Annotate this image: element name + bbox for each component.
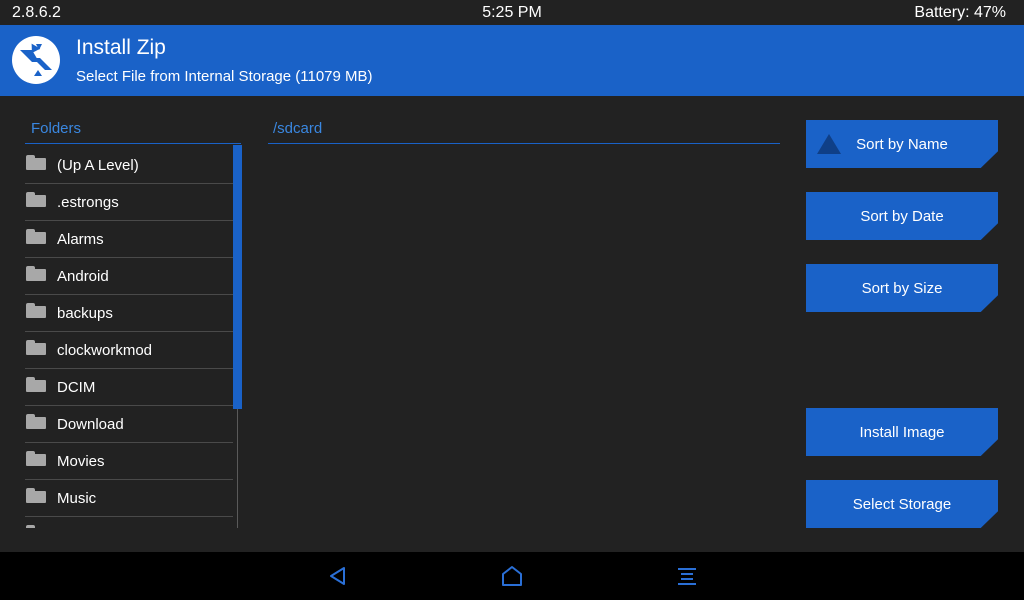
folder-item-clockworkmod[interactable]: clockworkmod: [25, 332, 233, 369]
folder-icon: [26, 451, 46, 466]
page-subtitle: Select File from Internal Storage (11079…: [76, 68, 373, 85]
sort-by-size-label: Sort by Size: [861, 279, 943, 297]
sort-by-name-button[interactable]: Sort by Name: [806, 120, 998, 168]
folder-icon: [26, 488, 46, 503]
header-bar: Install Zip Select File from Internal St…: [0, 25, 1024, 96]
status-bar: 2.8.6.2 5:25 PM Battery: 47%: [0, 0, 1024, 25]
folder-icon: [26, 377, 46, 392]
folder-icon: [26, 192, 46, 207]
folder-item-partial[interactable]: [25, 517, 233, 528]
clock-text: 5:25 PM: [482, 4, 542, 21]
folder-icon: [26, 525, 46, 528]
sort-by-date-label: Sort by Date: [860, 207, 944, 225]
folder-icon: [26, 340, 46, 355]
folder-name: Download: [57, 416, 124, 433]
page-title: Install Zip: [76, 36, 166, 59]
folder-item-music[interactable]: Music: [25, 480, 233, 517]
folder-item-backups[interactable]: backups: [25, 295, 233, 332]
folder-item-download[interactable]: Download: [25, 406, 233, 443]
folder-name: .estrongs: [57, 194, 119, 211]
install-image-label: Install Image: [859, 423, 945, 441]
folders-heading: Folders: [31, 120, 82, 137]
twrp-logo-icon: [12, 36, 60, 84]
folder-icon: [26, 155, 46, 170]
navigation-bar: [0, 552, 1024, 600]
folder-name: Music: [57, 490, 97, 507]
back-triangle-icon[interactable]: [326, 564, 350, 588]
install-image-button[interactable]: Install Image: [806, 408, 998, 456]
folder-name: (Up A Level): [57, 157, 139, 174]
folder-name: Movies: [57, 453, 105, 470]
folder-name: backups: [57, 305, 113, 322]
folder-item-dcim[interactable]: DCIM: [25, 369, 233, 406]
folder-item-up-a-level[interactable]: (Up A Level): [25, 147, 233, 184]
sort-by-date-button[interactable]: Sort by Date: [806, 192, 998, 240]
home-icon[interactable]: [500, 564, 524, 588]
folder-scrollbar-thumb[interactable]: [233, 145, 242, 409]
battery-text: Battery: 47%: [914, 4, 1006, 21]
sort-by-size-button[interactable]: Sort by Size: [806, 264, 998, 312]
folder-name: Android: [57, 268, 109, 285]
path-divider: [268, 143, 780, 144]
select-storage-button[interactable]: Select Storage: [806, 480, 998, 528]
folder-item-alarms[interactable]: Alarms: [25, 221, 233, 258]
folder-icon: [26, 414, 46, 429]
current-path: /sdcard: [273, 120, 323, 137]
folder-item-movies[interactable]: Movies: [25, 443, 233, 480]
folder-name: clockworkmod: [57, 342, 153, 359]
folder-icon: [26, 303, 46, 318]
sort-ascending-icon: [817, 134, 841, 154]
menu-icon[interactable]: [675, 564, 699, 588]
folder-icon: [26, 229, 46, 244]
folder-list[interactable]: (Up A Level) .estrongs Alarms Android ba…: [25, 147, 233, 528]
select-storage-label: Select Storage: [852, 495, 952, 513]
sort-by-name-label: Sort by Name: [856, 135, 948, 153]
folder-name: DCIM: [57, 379, 96, 396]
folder-name: Alarms: [57, 231, 104, 248]
folder-item-android[interactable]: Android: [25, 258, 233, 295]
folder-item-estrongs[interactable]: .estrongs: [25, 184, 233, 221]
folders-divider: [25, 143, 241, 144]
folder-icon: [26, 266, 46, 281]
